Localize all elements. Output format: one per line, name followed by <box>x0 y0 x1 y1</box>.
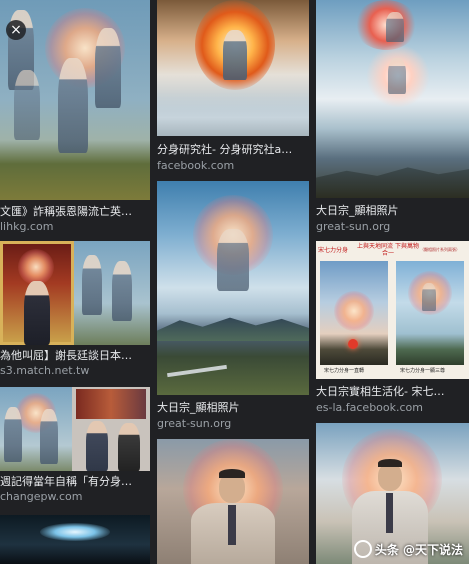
result-caption-9[interactable]: 大日宗實相生活化- 宋七… <box>316 385 469 399</box>
result-tile-10[interactable]: 头条 @天下说法 <box>316 423 469 564</box>
result-source-9: es-la.facebook.com <box>316 401 423 414</box>
result-tile-4[interactable] <box>0 515 150 564</box>
close-icon[interactable]: × <box>6 20 26 40</box>
result-caption-6[interactable]: 大日宗_顯相照片 <box>157 401 309 415</box>
result-source-6: great-sun.org <box>157 417 232 430</box>
result-tile-3[interactable]: 週記得當年自稱「有分身… changepw.com <box>0 387 150 509</box>
result-caption-8[interactable]: 大日宗_顯相照片 <box>316 204 469 218</box>
result-caption-5[interactable]: 分身研究社- 分身研究社a… <box>157 143 309 157</box>
result-image-2[interactable] <box>0 241 150 345</box>
result-image-4[interactable] <box>0 515 150 564</box>
result-image-7[interactable] <box>157 439 309 564</box>
result-source-5: facebook.com <box>157 159 235 172</box>
poster-label-left: 宋七力分身一直轉 <box>324 368 365 374</box>
result-tile-8[interactable]: 大日宗_顯相照片 great-sun.org <box>316 0 469 236</box>
poster-header-left: 宋七力分身 <box>318 247 349 254</box>
result-image-5[interactable] <box>157 0 309 136</box>
result-tile-6[interactable]: 大日宗_顯相照片 great-sun.org <box>157 181 309 433</box>
result-source-3: changepw.com <box>0 490 83 503</box>
watermark: 头条 @天下说法 <box>353 540 463 558</box>
result-source-2: s3.match.net.tw <box>0 364 90 377</box>
result-image-3[interactable] <box>0 387 150 471</box>
result-caption-3[interactable]: 週記得當年自稱「有分身… <box>0 475 150 489</box>
watermark-text: 头条 @天下说法 <box>374 542 463 557</box>
result-tile-9[interactable]: 宋七力分身 上與天地同流 下與萬物合一 （顯相照片系列兩張） 宋七力分身一直轉 … <box>316 241 469 417</box>
watermark-icon <box>353 540 372 558</box>
result-source-8: great-sun.org <box>316 220 391 233</box>
result-image-9[interactable]: 宋七力分身 上與天地同流 下與萬物合一 （顯相照片系列兩張） 宋七力分身一直轉 … <box>316 241 469 379</box>
poster-header-mid: 上與天地同流 下與萬物合一 <box>357 243 419 257</box>
poster-header-right: （顯相照片系列兩張） <box>420 247 460 252</box>
result-image-8[interactable] <box>316 0 469 198</box>
result-tile-1[interactable]: × 文匯》詐稱張恩陽流亡英… lihkg.com <box>0 0 150 236</box>
result-source-1: lihkg.com <box>0 220 54 233</box>
result-tile-2[interactable]: 為他叫屈】謝長廷談日本… s3.match.net.tw <box>0 241 150 381</box>
result-caption-1[interactable]: 文匯》詐稱張恩陽流亡英… <box>0 205 150 219</box>
result-tile-5[interactable]: 分身研究社- 分身研究社a… facebook.com <box>157 0 309 176</box>
result-image-6[interactable] <box>157 181 309 395</box>
result-caption-2[interactable]: 為他叫屈】謝長廷談日本… <box>0 349 150 363</box>
result-tile-7[interactable] <box>157 439 309 564</box>
poster-label-right: 宋七力分身一顯三尊 <box>400 368 446 374</box>
